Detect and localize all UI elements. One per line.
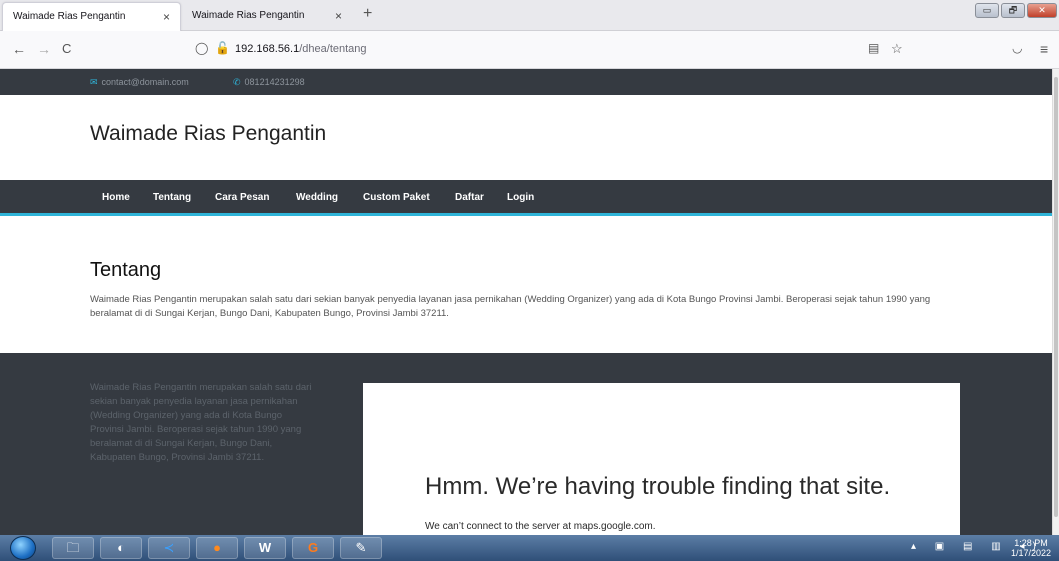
about-heading: Tentang [90,259,162,281]
envelope-icon: ✉ [90,77,98,87]
forward-icon[interactable]: → [37,41,51,57]
app-g-icon[interactable]: G [292,537,334,559]
tab-title: Waimade Rias Pengantin [13,11,126,22]
page-scrollbar[interactable] [1052,69,1059,535]
window-controls: ▭ 🗗 ✕ [975,3,1057,18]
insecure-lock-icon[interactable]: 🔓 [215,41,230,55]
start-button[interactable] [10,536,36,560]
menu-tentang[interactable]: Tentang [153,192,191,203]
reader-view-icon[interactable]: ▤ [868,41,879,55]
main-menu: Home Tentang Cara Pesan Wedding Custom P… [0,180,1052,216]
window-close-icon[interactable]: ✕ [1027,3,1057,18]
phone-text: 081214231298 [244,77,305,87]
menu-icon[interactable]: ≡ [1040,41,1048,57]
new-tab-icon[interactable]: + [363,5,372,23]
clock[interactable]: 1:28 PM 1/17/2022 [1011,538,1051,558]
contact-topbar: ✉ contact@domain.com ✆ 081214231298 [0,69,1052,95]
tab-inactive[interactable]: Waimade Rias Pengantin × [182,2,352,31]
clock-date: 1/17/2022 [1010,548,1051,558]
maximize-icon[interactable]: 🗗 [1001,3,1025,18]
scrollbar-thumb[interactable] [1054,77,1058,517]
map-error-title: Hmm. We’re having trouble finding that s… [425,473,891,500]
pocket-icon[interactable]: ◡ [1012,41,1022,55]
paint-icon[interactable]: ✎ [340,537,382,559]
navigation-toolbar: ← → C ◯ 🔓 192.168.56.1/dhea/tentang ▤ ☆ … [0,31,1059,69]
menu-home[interactable]: Home [102,192,130,203]
media-player-icon[interactable]: ◐ [100,537,142,559]
email-text: contact@domain.com [101,77,189,87]
url-bar[interactable]: 192.168.56.1/dhea/tentang [235,37,835,63]
menu-custom-paket[interactable]: Custom Paket [363,192,430,203]
shield-icon[interactable]: ◯ [195,41,208,55]
contact-email[interactable]: ✉ contact@domain.com [90,77,189,88]
menu-login[interactable]: Login [507,192,534,203]
bookmark-star-icon[interactable]: ☆ [891,41,903,57]
tab-close-icon[interactable]: × [163,10,170,24]
vscode-icon[interactable]: ≺ [148,537,190,559]
map-error-description: We can’t connect to the server at maps.g… [425,521,656,532]
about-paragraph: Waimade Rias Pengantin merupakan salah s… [90,294,931,319]
system-tray: ▴ ▣ ▤ ▥ ◂) 1:28 PM 1/17/2022 [899,535,1059,561]
firefox-icon[interactable]: ● [196,537,238,559]
url-host: 192.168.56.1 [235,43,300,55]
reload-icon[interactable]: C [62,41,71,56]
tab-title: Waimade Rias Pengantin [192,10,305,21]
menu-daftar[interactable]: Daftar [455,192,484,203]
windows-taskbar: 🗀 ◐ ≺ ● W G ✎ ▴ ▣ ▤ ▥ ◂) 1:28 PM 1/17/20… [0,535,1059,561]
menu-wedding[interactable]: Wedding [296,192,338,203]
map-iframe[interactable]: Hmm. We’re having trouble finding that s… [363,383,960,535]
tab-close-icon[interactable]: × [335,9,342,23]
url-path: /dhea/tentang [299,43,367,55]
tab-strip: Waimade Rias Pengantin × Waimade Rias Pe… [0,0,1059,31]
back-icon[interactable]: ← [12,41,26,57]
footer: Waimade Rias Pengantin merupakan salah s… [0,353,1052,535]
site-brand[interactable]: Waimade Rias Pengantin [90,122,326,146]
phone-icon: ✆ [233,77,241,87]
minimize-icon[interactable]: ▭ [975,3,999,18]
contact-phone[interactable]: ✆ 081214231298 [233,77,305,88]
clock-time: 1:28 PM [1014,538,1048,548]
explorer-icon[interactable]: 🗀 [52,537,94,559]
menu-cara-pesan[interactable]: Cara Pesan [215,192,269,203]
tab-active[interactable]: Waimade Rias Pengantin × [2,2,181,31]
word-icon[interactable]: W [244,537,286,559]
web-page: ✉ contact@domain.com ✆ 081214231298 Waimad… [0,69,1052,535]
footer-description: Waimade Rias Pengantin merupakan salah s… [90,382,312,463]
